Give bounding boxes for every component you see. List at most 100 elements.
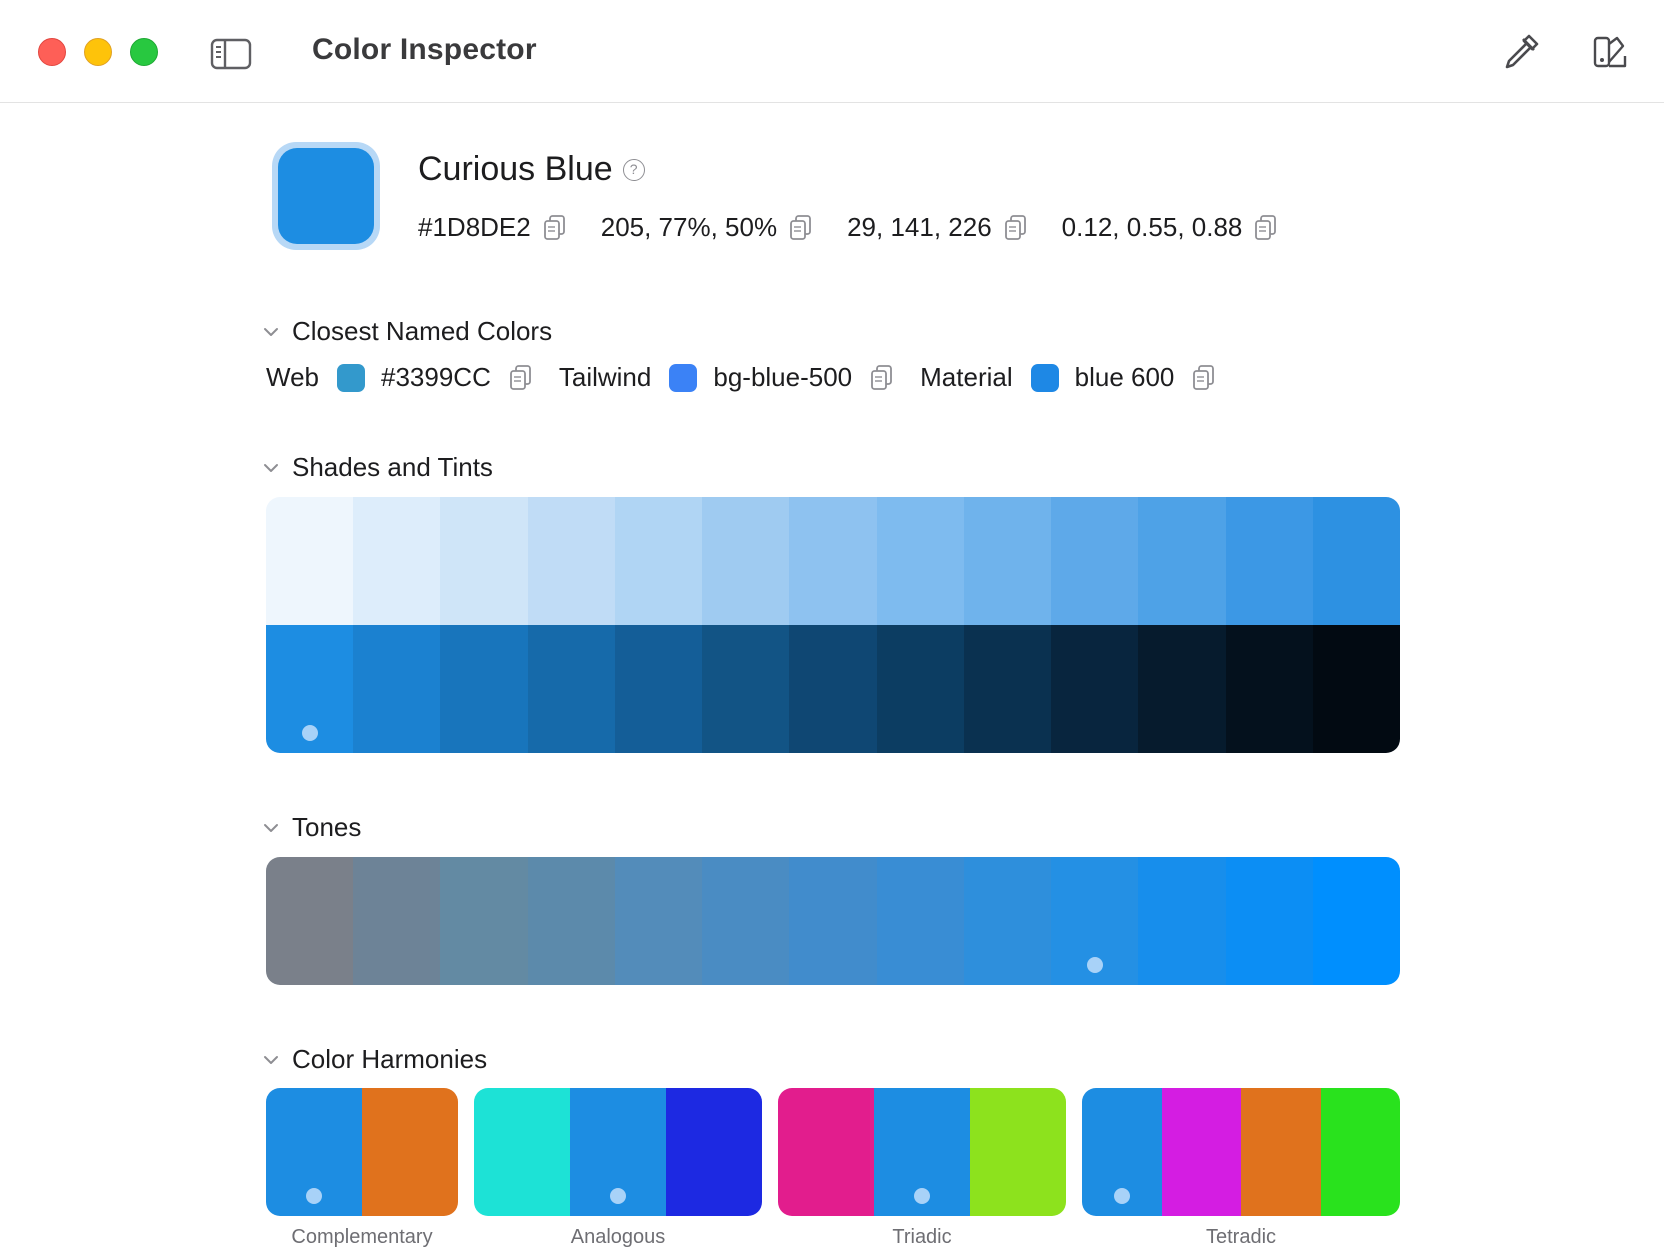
color-name-heading: Curious Blue ? — [418, 150, 645, 189]
tint-cell[interactable] — [1225, 497, 1313, 625]
shade-cell[interactable] — [789, 625, 877, 753]
tone-cell[interactable] — [353, 857, 441, 985]
shade-cell[interactable] — [440, 625, 528, 753]
section-shades-and-tints[interactable]: Shades and Tints — [262, 452, 493, 483]
tones-row — [266, 857, 1400, 985]
tint-cell[interactable] — [1138, 497, 1226, 625]
harmony-tetradic[interactable] — [1082, 1088, 1400, 1216]
color-name: Curious Blue — [418, 150, 613, 188]
copy-rgb-fraction-icon[interactable] — [1254, 214, 1278, 242]
tint-cell[interactable] — [614, 497, 703, 625]
section-color-harmonies[interactable]: Color Harmonies — [262, 1044, 487, 1075]
window-title: Color Inspector — [312, 33, 537, 66]
zoom-window-button[interactable] — [130, 38, 158, 66]
tints-row — [266, 497, 1400, 625]
shade-cell[interactable] — [353, 625, 441, 753]
named-library-material: Material — [920, 362, 1013, 392]
harmony-color — [266, 1088, 362, 1216]
shade-cell[interactable] — [614, 625, 703, 753]
main-color-swatch[interactable] — [272, 142, 380, 250]
sidebar-toggle-icon[interactable] — [210, 36, 254, 70]
rgb-text: 29, 141, 226 — [847, 212, 992, 242]
hex-text: #1D8DE2 — [418, 212, 531, 242]
section-title: Tones — [292, 812, 362, 842]
minimize-window-button[interactable] — [84, 38, 112, 66]
section-closest-named-colors[interactable]: Closest Named Colors — [262, 316, 552, 347]
copy-hex-icon[interactable] — [543, 214, 567, 242]
tone-cell[interactable] — [1225, 857, 1313, 985]
shade-cell[interactable] — [1225, 625, 1313, 753]
named-library-tailwind: Tailwind — [558, 362, 652, 392]
color-values-row: #1D8DE2 205, 77%, 50% 29, 141, 226 0.12,… — [418, 212, 1312, 243]
tone-cell[interactable] — [1051, 857, 1139, 985]
tones-strip — [266, 857, 1400, 985]
shade-cell[interactable] — [876, 625, 964, 753]
tone-cell[interactable] — [266, 857, 354, 985]
shade-cell[interactable] — [702, 625, 790, 753]
tint-cell[interactable] — [527, 497, 615, 625]
current-color-marker — [914, 1188, 930, 1204]
harmony-label-analogous: Analogous — [570, 1226, 666, 1248]
tone-cell[interactable] — [440, 857, 528, 985]
hsl-text: 205, 77%, 50% — [600, 212, 778, 242]
tone-cell[interactable] — [876, 857, 964, 985]
copy-web-icon[interactable] — [509, 364, 533, 392]
harmony-color — [1241, 1088, 1321, 1216]
close-window-button[interactable] — [38, 38, 66, 66]
tint-cell[interactable] — [789, 497, 877, 625]
shade-cell[interactable] — [266, 625, 354, 753]
tint-cell[interactable] — [1051, 497, 1139, 625]
tint-cell[interactable] — [702, 497, 790, 625]
color-palette-icon[interactable] — [1589, 30, 1633, 74]
named-swatch-material — [1030, 363, 1059, 392]
help-icon[interactable]: ? — [622, 158, 645, 181]
tone-cell[interactable] — [1138, 857, 1226, 985]
tone-cell[interactable] — [702, 857, 790, 985]
rgb-fraction-text: 0.12, 0.55, 0.88 — [1061, 212, 1243, 242]
named-color-material: blue 600 — [1074, 362, 1175, 392]
tone-cell[interactable] — [963, 857, 1052, 985]
harmony-color — [1082, 1088, 1162, 1216]
shade-cell[interactable] — [1138, 625, 1226, 753]
harmony-complementary[interactable] — [266, 1088, 458, 1216]
tint-cell[interactable] — [876, 497, 964, 625]
tone-cell[interactable] — [527, 857, 615, 985]
section-title: Color Harmonies — [292, 1044, 488, 1074]
named-color-tailwind: bg-blue-500 — [713, 362, 853, 392]
tint-cell[interactable] — [963, 497, 1052, 625]
tint-cell[interactable] — [353, 497, 441, 625]
harmony-color — [1161, 1088, 1241, 1216]
harmony-analogous[interactable] — [474, 1088, 762, 1216]
copy-hsl-icon[interactable] — [789, 214, 813, 242]
tone-cell[interactable] — [1312, 857, 1400, 985]
copy-tailwind-icon[interactable] — [870, 364, 894, 392]
section-tones[interactable]: Tones — [262, 812, 361, 843]
chevron-down-icon — [264, 823, 278, 832]
tint-cell[interactable] — [266, 497, 354, 625]
shade-cell[interactable] — [963, 625, 1052, 753]
tone-cell[interactable] — [614, 857, 703, 985]
section-title: Shades and Tints — [292, 452, 493, 482]
harmony-label-tetradic: Tetradic — [1205, 1226, 1277, 1248]
copy-rgb-icon[interactable] — [1004, 214, 1028, 242]
harmony-color — [778, 1088, 874, 1216]
shade-cell[interactable] — [1312, 625, 1400, 753]
shade-cell[interactable] — [527, 625, 615, 753]
eyedropper-icon[interactable] — [1499, 30, 1543, 74]
tint-cell[interactable] — [440, 497, 528, 625]
harmony-color — [362, 1088, 458, 1216]
harmony-color — [874, 1088, 970, 1216]
tint-cell[interactable] — [1312, 497, 1400, 625]
copy-material-icon[interactable] — [1192, 364, 1216, 392]
harmony-color — [1320, 1088, 1400, 1216]
chevron-down-icon — [264, 463, 278, 472]
chevron-down-icon — [264, 327, 278, 336]
shade-cell[interactable] — [1051, 625, 1139, 753]
rgb-value: 29, 141, 226 — [847, 212, 1028, 243]
tone-cell[interactable] — [789, 857, 877, 985]
title-bar: Color Inspector — [0, 0, 1664, 103]
named-swatch-tailwind — [669, 363, 698, 392]
current-color-marker — [306, 1188, 322, 1204]
chevron-down-icon — [264, 1055, 278, 1064]
harmony-triadic[interactable] — [778, 1088, 1066, 1216]
